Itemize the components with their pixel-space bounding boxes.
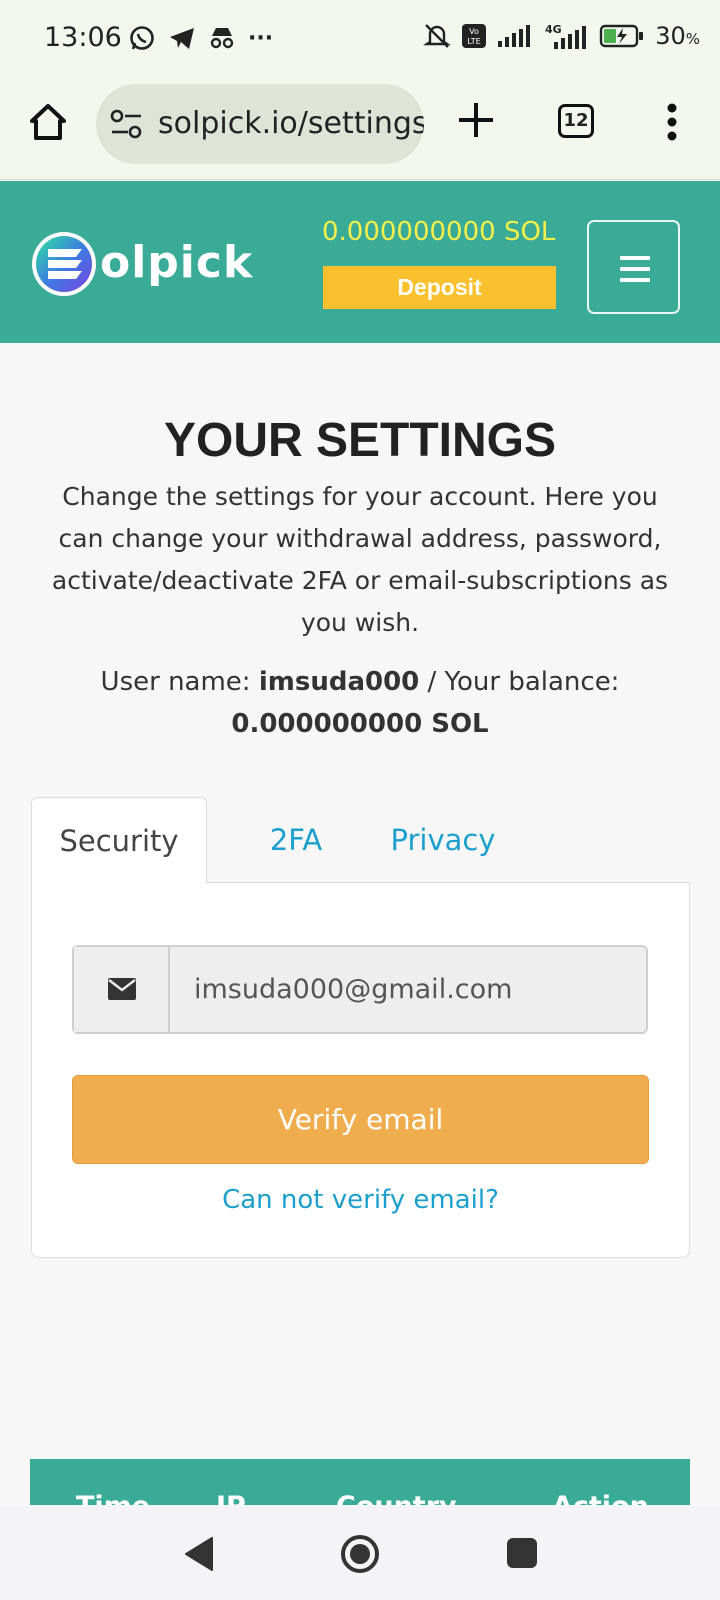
- column-time: Time: [76, 1491, 150, 1505]
- status-time: 13:06: [44, 22, 122, 53]
- telegram-icon: [170, 28, 194, 49]
- settings-tabs: Security 2FA Privacy: [31, 797, 690, 883]
- column-ip: IP: [216, 1491, 246, 1505]
- url-text[interactable]: solpick.io/settings: [158, 106, 424, 141]
- address-bar[interactable]: solpick.io/settings: [96, 84, 424, 164]
- home-icon[interactable]: [28, 102, 68, 142]
- signal-icon: [498, 25, 531, 47]
- email-addon: [74, 947, 170, 1032]
- email-input-group: [72, 945, 648, 1034]
- battery-percentage: 30%: [655, 22, 700, 50]
- mute-bell-icon: [423, 24, 452, 48]
- recent-apps-icon[interactable]: [507, 1538, 537, 1568]
- menu-line: [620, 256, 650, 260]
- user-name-label: User name:: [100, 667, 251, 697]
- security-panel: Verify email Can not verify email?: [31, 882, 690, 1258]
- envelope-icon: [108, 978, 136, 1000]
- tab-switcher-button[interactable]: 12: [558, 104, 594, 138]
- sessions-table-header: Time IP Country Action: [30, 1459, 690, 1505]
- more-options-icon[interactable]: [666, 102, 678, 142]
- username: imsuda000: [258, 667, 420, 697]
- column-action: Action: [552, 1491, 649, 1505]
- svg-text:4G: 4G: [545, 23, 562, 36]
- header-balance: 0.000000000 SOL: [322, 217, 556, 247]
- menu-line: [620, 278, 650, 282]
- site-header: olpick 0.000000000 SOL Deposit: [0, 181, 720, 343]
- menu-line: [620, 267, 650, 271]
- whatsapp-icon: [130, 26, 154, 50]
- tab-2fa[interactable]: 2FA: [241, 797, 351, 883]
- active-tab-joiner: [32, 881, 206, 883]
- user-info: User name: imsuda000 / Your balance: 0.0…: [40, 661, 680, 745]
- browser-toolbar: solpick.io/settings 12: [0, 78, 720, 180]
- hamburger-menu-button[interactable]: [587, 220, 680, 314]
- signal-4g-icon: 4G: [545, 23, 587, 49]
- page-description: Change the settings for your account. He…: [51, 482, 669, 637]
- brand-name: olpick: [100, 237, 254, 288]
- svg-text:LTE: LTE: [468, 37, 481, 46]
- battery-icon: [599, 24, 644, 48]
- volte-icon: VoLTE: [462, 24, 487, 48]
- navigation-bar: [0, 1506, 720, 1600]
- verify-email-button[interactable]: Verify email: [72, 1075, 649, 1164]
- status-bar: 13:06 ··· Vo LTE 4G 30%: [0, 0, 720, 78]
- column-country: Country: [336, 1491, 457, 1505]
- notification-icons: ···: [128, 24, 273, 52]
- tab-security[interactable]: Security: [31, 797, 207, 883]
- back-icon[interactable]: [184, 1536, 214, 1572]
- tab-privacy[interactable]: Privacy: [375, 797, 511, 883]
- svg-text:Vo: Vo: [469, 27, 479, 36]
- balance-label: / Your balance:: [419, 667, 620, 697]
- solpick-logo[interactable]: olpick: [30, 229, 252, 301]
- incognito-icon: [210, 28, 234, 49]
- new-tab-icon[interactable]: [456, 100, 496, 140]
- solpick-logo-icon: [32, 232, 96, 296]
- deposit-button[interactable]: Deposit: [323, 266, 556, 309]
- email-field[interactable]: [170, 947, 646, 1032]
- user-balance: 0.000000000 SOL: [231, 709, 489, 739]
- home-button-icon[interactable]: [340, 1534, 380, 1574]
- site-settings-icon[interactable]: [110, 108, 144, 140]
- cannot-verify-email-link[interactable]: Can not verify email?: [32, 1185, 689, 1215]
- more-notifications-icon: ···: [248, 25, 274, 51]
- status-right: Vo LTE 4G 30%: [423, 22, 700, 50]
- page-title: YOUR SETTINGS: [163, 414, 557, 467]
